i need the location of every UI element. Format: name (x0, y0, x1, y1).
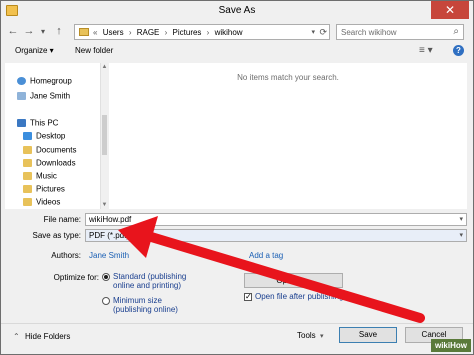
save-as-dialog: Save As ✕ ← → ▾ ↑ « Users › RAGE › Pictu… (0, 0, 474, 355)
file-name-value: wikiHow.pdf (89, 215, 132, 224)
breadcrumb-rage[interactable]: RAGE (137, 28, 160, 37)
recent-dropdown-icon[interactable]: ▾ (37, 27, 49, 36)
breadcrumb-overflow[interactable]: « (93, 28, 97, 37)
search-placeholder: Search wikihow (341, 28, 397, 37)
nav-item-desktop[interactable]: Desktop (23, 131, 65, 143)
tools-button[interactable]: Tools (297, 331, 316, 340)
scroll-down-icon[interactable]: ▼ (101, 202, 108, 208)
breadcrumb: « Users › RAGE › Pictures › wikihow (93, 28, 246, 37)
add-tag-link[interactable]: Add a tag (249, 251, 283, 260)
save-type-label: Save as type: (32, 231, 81, 240)
nav-label: Jane Smith (30, 91, 71, 101)
address-row: ← → ▾ ↑ « Users › RAGE › Pictures › wiki… (1, 22, 473, 42)
open-after-label[interactable]: Open file after publishing (255, 292, 344, 301)
nav-label: Desktop (36, 131, 66, 141)
breadcrumb-users[interactable]: Users (103, 28, 124, 37)
navigation-pane: Homegroup Jane Smith This PC Desktop Doc… (5, 63, 107, 209)
computer-icon (17, 118, 26, 127)
file-name-field[interactable]: wikiHow.pdf ▾ (85, 213, 467, 226)
nav-label: Homegroup (30, 76, 72, 86)
nav-scrollbar[interactable]: ▲ ▼ (100, 63, 107, 209)
chevron-down-icon[interactable]: ▾ (311, 28, 315, 36)
breadcrumb-wikihow[interactable]: wikihow (215, 28, 243, 37)
title-bar: Save As ✕ (1, 1, 473, 21)
nav-item-jane-smith[interactable]: Jane Smith (17, 91, 70, 103)
nav-label: Videos (36, 197, 61, 207)
nav-item-music[interactable]: Music (23, 171, 57, 183)
search-input[interactable]: Search wikihow ⌕ (336, 24, 464, 40)
close-button[interactable]: ✕ (431, 1, 469, 19)
downloads-icon (23, 158, 32, 167)
optimize-label: Optimize for: (53, 273, 99, 282)
hide-folders-button[interactable]: Hide Folders (25, 332, 70, 341)
search-icon[interactable]: ⌕ (453, 26, 459, 37)
wikihow-watermark: wikiHow (430, 339, 471, 352)
nav-label: Music (36, 171, 57, 181)
optimize-standard-label[interactable]: Standard (publishing online and printing… (113, 272, 201, 290)
open-after-checkbox[interactable]: ✓ (244, 293, 252, 301)
forward-icon[interactable]: → (23, 25, 35, 37)
breadcrumb-separator: › (164, 28, 168, 37)
window-title: Save As (218, 5, 256, 16)
new-folder-button[interactable]: New folder (75, 46, 113, 55)
save-button[interactable]: Save (339, 327, 397, 343)
breadcrumb-pictures[interactable]: Pictures (173, 28, 202, 37)
address-bar[interactable]: « Users › RAGE › Pictures › wikihow ▾ ⟳ (74, 24, 330, 40)
desktop-icon (23, 131, 32, 140)
options-button[interactable]: Options... (244, 273, 343, 288)
user-icon (17, 91, 26, 100)
optimize-standard-radio[interactable] (102, 273, 110, 281)
nav-label: Downloads (36, 158, 76, 168)
save-type-value: PDF (*.pdf) (89, 231, 130, 240)
documents-icon (23, 145, 32, 154)
optimize-minimum-radio[interactable] (102, 297, 110, 305)
breadcrumb-separator: › (206, 28, 210, 37)
chevron-down-icon[interactable]: ▾ (320, 332, 324, 340)
nav-label: Documents (36, 145, 77, 155)
scroll-thumb[interactable] (102, 115, 107, 155)
empty-message: No items match your search. (237, 73, 339, 82)
nav-item-videos[interactable]: Videos (23, 197, 60, 209)
nav-item-homegroup[interactable]: Homegroup (17, 76, 72, 88)
hide-folders-icon[interactable]: ⌃ (13, 332, 20, 341)
file-list-pane[interactable]: No items match your search. (109, 63, 467, 209)
file-name-label: File name: (43, 215, 81, 224)
footer-divider (1, 323, 473, 324)
toolbar: Organize ▾ New folder ≡ ▾ ? (1, 43, 473, 61)
nav-item-pictures[interactable]: Pictures (23, 184, 65, 196)
chevron-down-icon[interactable]: ▾ (459, 215, 463, 223)
nav-label: Pictures (36, 184, 65, 194)
up-icon[interactable]: ↑ (53, 25, 65, 37)
authors-label: Authors: (51, 251, 81, 260)
scroll-up-icon[interactable]: ▲ (101, 64, 108, 70)
pictures-icon (23, 184, 32, 193)
view-options-icon[interactable]: ≡ ▾ (419, 45, 433, 56)
nav-label: This PC (30, 118, 59, 128)
optimize-minimum-label[interactable]: Minimum size (publishing online) (113, 296, 193, 314)
save-type-select[interactable]: PDF (*.pdf) ▾ (85, 229, 467, 242)
chevron-down-icon[interactable]: ▾ (459, 231, 463, 239)
folder-icon (79, 28, 89, 36)
nav-item-documents[interactable]: Documents (23, 145, 76, 157)
help-icon[interactable]: ? (453, 45, 464, 56)
nav-item-downloads[interactable]: Downloads (23, 158, 76, 170)
organize-button[interactable]: Organize ▾ (15, 46, 54, 55)
videos-icon (23, 197, 32, 206)
refresh-icon[interactable]: ⟳ (319, 27, 327, 38)
breadcrumb-separator: › (128, 28, 132, 37)
back-icon[interactable]: ← (7, 25, 19, 37)
homegroup-icon (17, 76, 26, 85)
music-icon (23, 171, 32, 180)
authors-value[interactable]: Jane Smith (89, 251, 129, 260)
nav-item-this-pc[interactable]: This PC (17, 118, 58, 130)
